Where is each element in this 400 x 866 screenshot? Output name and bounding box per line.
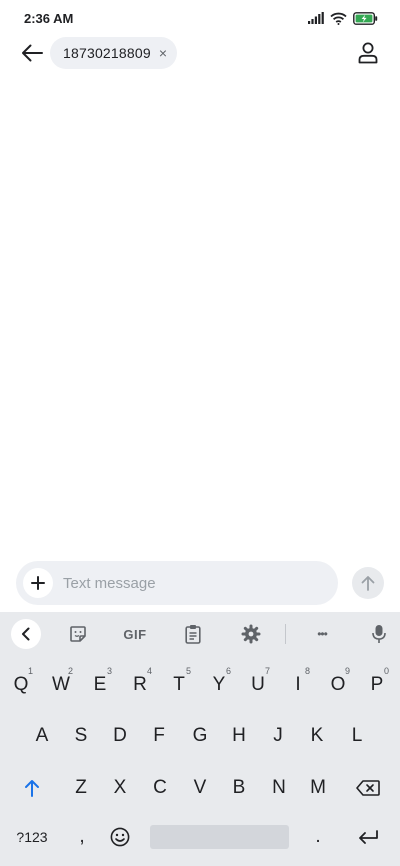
comma-key[interactable]: , xyxy=(62,817,102,857)
send-button[interactable] xyxy=(352,567,384,599)
voice-input-button[interactable] xyxy=(366,619,392,649)
more-button[interactable]: ••• xyxy=(308,619,336,649)
recipient-chip[interactable]: 18730218809 × xyxy=(50,37,178,69)
key-z[interactable]: Z xyxy=(61,768,101,808)
status-icons xyxy=(308,11,378,25)
chevron-left-icon xyxy=(22,627,30,641)
key-p[interactable]: P0 xyxy=(357,665,397,705)
keyboard-settings-button[interactable] xyxy=(238,619,264,649)
sticker-button[interactable] xyxy=(65,619,91,649)
keyboard: GIF ••• Q 1 W 2 E 3 R 4 T 5 Y 6 U 7 I 8 … xyxy=(0,612,400,866)
key-row-2: A S D F G H J K L xyxy=(0,716,400,756)
key-a[interactable]: A xyxy=(22,716,62,756)
toolbar-divider xyxy=(285,624,286,644)
key-hint: 5 xyxy=(185,666,191,676)
gear-icon xyxy=(241,624,261,644)
message-input[interactable] xyxy=(63,574,313,592)
enter-icon xyxy=(359,830,378,844)
key-row-4: ?123 , . xyxy=(0,815,400,859)
wifi-icon xyxy=(330,12,347,25)
plus-icon xyxy=(31,576,45,590)
back-button[interactable] xyxy=(16,38,48,68)
key-hint: 6 xyxy=(225,666,231,676)
shift-arrow-icon xyxy=(25,780,39,797)
signal-icon xyxy=(308,12,324,24)
more-icon: ••• xyxy=(317,627,328,641)
emoji-icon xyxy=(110,827,130,847)
gif-button[interactable]: GIF xyxy=(119,619,151,649)
key-i[interactable]: I8 xyxy=(278,665,318,705)
gif-icon: GIF xyxy=(123,626,147,642)
compose-field xyxy=(16,561,338,605)
arrow-left-icon xyxy=(22,44,43,62)
person-icon xyxy=(358,42,378,64)
enter-key[interactable] xyxy=(348,817,388,857)
key-x[interactable]: X xyxy=(100,768,140,808)
clipboard-icon xyxy=(185,625,201,644)
key-q[interactable]: Q1 xyxy=(1,665,41,705)
keyboard-toolbar: GIF ••• xyxy=(0,612,400,656)
emoji-key[interactable] xyxy=(100,817,140,857)
sticker-icon xyxy=(70,626,86,642)
key-f[interactable]: F xyxy=(139,716,179,756)
key-hint: 3 xyxy=(106,666,112,676)
key-n[interactable]: N xyxy=(259,768,299,808)
remove-recipient-icon[interactable]: × xyxy=(159,46,167,60)
key-k[interactable]: K xyxy=(297,716,337,756)
contact-button[interactable] xyxy=(354,38,382,68)
period-key[interactable]: . xyxy=(298,817,338,857)
key-c[interactable]: C xyxy=(140,768,180,808)
key-d[interactable]: D xyxy=(100,716,140,756)
spacebar[interactable] xyxy=(150,825,289,849)
key-l[interactable]: L xyxy=(337,716,377,756)
key-u[interactable]: U7 xyxy=(238,665,278,705)
key-hint: 1 xyxy=(27,666,33,676)
key-hint: 4 xyxy=(146,666,152,676)
key-e[interactable]: E3 xyxy=(80,665,120,705)
recipient-number: 18730218809 xyxy=(63,45,151,61)
key-s[interactable]: S xyxy=(61,716,101,756)
attach-button[interactable] xyxy=(23,568,53,598)
status-time: 2:36 AM xyxy=(24,10,74,26)
key-v[interactable]: V xyxy=(180,768,220,808)
key-hint: 9 xyxy=(344,666,350,676)
key-w[interactable]: W2 xyxy=(41,665,81,705)
key-t[interactable]: T5 xyxy=(159,665,199,705)
key-m[interactable]: M xyxy=(298,768,338,808)
clipboard-button[interactable] xyxy=(180,619,206,649)
key-row-1: Q1 W2 E3 R4 T5 Y6 U7 I8 O9 P0 xyxy=(0,665,400,705)
conversation-header: 18730218809 × xyxy=(0,36,400,70)
status-bar: 2:36 AM xyxy=(0,0,400,36)
backspace-icon xyxy=(356,780,380,796)
key-hint: 2 xyxy=(67,666,73,676)
key-hint: 0 xyxy=(383,666,389,676)
mic-icon xyxy=(372,625,386,643)
keyboard-collapse-button[interactable] xyxy=(11,619,41,649)
key-o[interactable]: O9 xyxy=(318,665,358,705)
symbols-key[interactable]: ?123 xyxy=(12,817,52,857)
key-h[interactable]: H xyxy=(219,716,259,756)
arrow-up-icon xyxy=(361,576,375,591)
key-hint: 7 xyxy=(264,666,270,676)
backspace-key[interactable] xyxy=(348,768,388,808)
key-y[interactable]: Y6 xyxy=(199,665,239,705)
key-row-3: Z X C V B N M xyxy=(0,768,400,808)
key-hint: 8 xyxy=(304,666,310,676)
key-g[interactable]: G xyxy=(180,716,220,756)
key-r[interactable]: R4 xyxy=(120,665,160,705)
key-j[interactable]: J xyxy=(258,716,298,756)
key-b[interactable]: B xyxy=(219,768,259,808)
battery-charging-icon xyxy=(353,11,378,25)
shift-key[interactable] xyxy=(12,768,52,808)
